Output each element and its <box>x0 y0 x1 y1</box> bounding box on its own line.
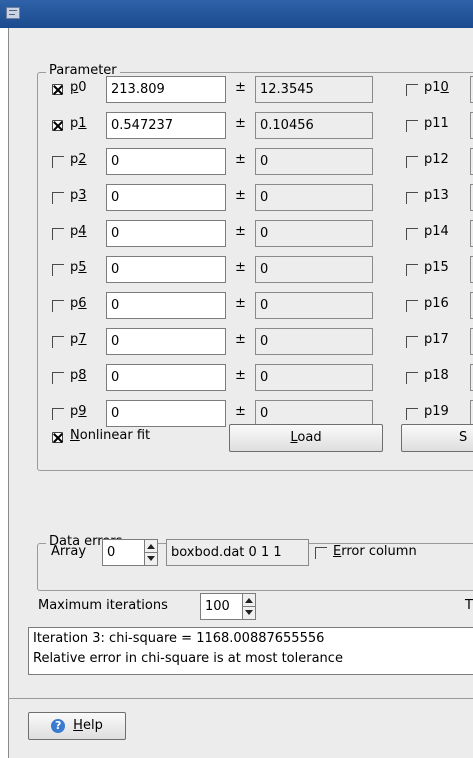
param-label-9[interactable]: p9 <box>70 404 87 419</box>
plus-minus-label: ± <box>235 188 246 203</box>
param-label-18[interactable]: p18 <box>424 368 449 383</box>
param-checkbox-17[interactable] <box>406 336 419 349</box>
param-value-2[interactable]: 0 <box>106 148 226 175</box>
array-label: Array <box>51 544 87 559</box>
param-label-12[interactable]: p12 <box>424 152 449 167</box>
param-value-3[interactable]: 0 <box>106 184 226 211</box>
param-error-3: 0 <box>255 184 373 211</box>
param-checkbox-10[interactable] <box>406 84 419 97</box>
plus-minus-label: ± <box>235 152 246 167</box>
plus-minus-label: ± <box>235 80 246 95</box>
param-value-0[interactable]: 213.809 <box>106 76 226 103</box>
param-error-2: 0 <box>255 148 373 175</box>
param-value-7[interactable]: 0 <box>106 328 226 355</box>
param-value-9[interactable]: 0 <box>106 400 226 427</box>
param-label-19[interactable]: p19 <box>424 404 449 419</box>
window-menu-icon[interactable] <box>6 7 20 19</box>
max-iterations-label: Maximum iterations <box>38 598 168 613</box>
param-checkbox-15[interactable] <box>406 264 419 277</box>
param-error-5: 0 <box>255 256 373 283</box>
plus-minus-label: ± <box>235 296 246 311</box>
param-value-6[interactable]: 0 <box>106 292 226 319</box>
max-iterations-spin-buttons[interactable] <box>242 594 255 619</box>
param-checkbox-3[interactable] <box>52 192 65 205</box>
param-label-8[interactable]: p8 <box>70 368 87 383</box>
param-checkbox-1[interactable] <box>52 120 63 131</box>
param-checkbox-13[interactable] <box>406 192 419 205</box>
save-button[interactable]: S <box>401 424 473 452</box>
param-label-17[interactable]: p17 <box>424 332 449 347</box>
param-checkbox-6[interactable] <box>52 300 65 313</box>
error-column-checkbox[interactable] <box>315 547 328 560</box>
param-value-4[interactable]: 0 <box>106 220 226 247</box>
param-error-0: 12.3545 <box>255 76 373 103</box>
param-label-0[interactable]: p0 <box>70 80 87 95</box>
param-error-9: 0 <box>255 400 373 427</box>
param-error-1: 0.10456 <box>255 112 373 139</box>
param-checkbox-2[interactable] <box>52 156 65 169</box>
log-line: Relative error in chi-square is at most … <box>33 651 343 666</box>
param-label-15[interactable]: p15 <box>424 260 449 275</box>
load-button[interactable]: Load <box>229 424 383 452</box>
param-error-7: 0 <box>255 328 373 355</box>
array-spin-buttons[interactable] <box>144 540 157 565</box>
plus-minus-label: ± <box>235 260 246 275</box>
help-icon: ? <box>51 718 66 733</box>
param-checkbox-11[interactable] <box>406 120 419 133</box>
param-checkbox-8[interactable] <box>52 372 65 385</box>
param-checkbox-7[interactable] <box>52 336 65 349</box>
fit-log: Iteration 3: chi-square = 1168.008876555… <box>28 627 473 675</box>
param-checkbox-12[interactable] <box>406 156 419 169</box>
param-checkbox-9[interactable] <box>52 408 65 421</box>
param-checkbox-19[interactable] <box>406 408 419 421</box>
param-error-8: 0 <box>255 364 373 391</box>
param-label-4[interactable]: p4 <box>70 224 87 239</box>
nonlinear-fit-label[interactable]: Nonlinear fit <box>70 428 150 443</box>
param-label-13[interactable]: p13 <box>424 188 449 203</box>
param-checkbox-18[interactable] <box>406 372 419 385</box>
param-error-6: 0 <box>255 292 373 319</box>
param-value-5[interactable]: 0 <box>106 256 226 283</box>
param-checkbox-5[interactable] <box>52 264 65 277</box>
param-label-7[interactable]: p7 <box>70 332 87 347</box>
param-label-5[interactable]: p5 <box>70 260 87 275</box>
param-label-6[interactable]: p6 <box>70 296 87 311</box>
param-checkbox-14[interactable] <box>406 228 419 241</box>
param-value-1[interactable]: 0.547237 <box>106 112 226 139</box>
nonlinear-fit-checkbox[interactable] <box>52 432 63 443</box>
param-label-3[interactable]: p3 <box>70 188 87 203</box>
param-label-1[interactable]: p1 <box>70 116 87 131</box>
param-checkbox-16[interactable] <box>406 300 419 313</box>
param-label-11[interactable]: p11 <box>424 116 449 131</box>
param-checkbox-4[interactable] <box>52 228 65 241</box>
dataset-field: boxbod.dat 0 1 1 <box>166 539 309 566</box>
divider <box>8 698 473 699</box>
param-label-2[interactable]: p2 <box>70 152 87 167</box>
param-label-16[interactable]: p16 <box>424 296 449 311</box>
plus-minus-label: ± <box>235 404 246 419</box>
param-label-14[interactable]: p14 <box>424 224 449 239</box>
log-line: Iteration 3: chi-square = 1168.008876555… <box>33 631 325 646</box>
title-bar <box>0 0 473 28</box>
param-label-10[interactable]: p10 <box>424 80 449 95</box>
help-button[interactable]: ? Help <box>28 712 126 740</box>
param-error-4: 0 <box>255 220 373 247</box>
max-iterations-spinbox[interactable]: 100 <box>200 593 256 620</box>
param-checkbox-0[interactable] <box>52 84 63 95</box>
array-value: 0 <box>107 545 116 560</box>
plus-minus-label: ± <box>235 224 246 239</box>
param-value-8[interactable]: 0 <box>106 364 226 391</box>
plus-minus-label: ± <box>235 116 246 131</box>
plus-minus-label: ± <box>235 332 246 347</box>
max-iterations-value: 100 <box>205 599 230 614</box>
plus-minus-label: ± <box>235 368 246 383</box>
array-spinbox[interactable]: 0 <box>102 539 158 566</box>
tolerance-label-partial: T <box>465 598 473 613</box>
error-column-label[interactable]: Error column <box>333 544 417 559</box>
